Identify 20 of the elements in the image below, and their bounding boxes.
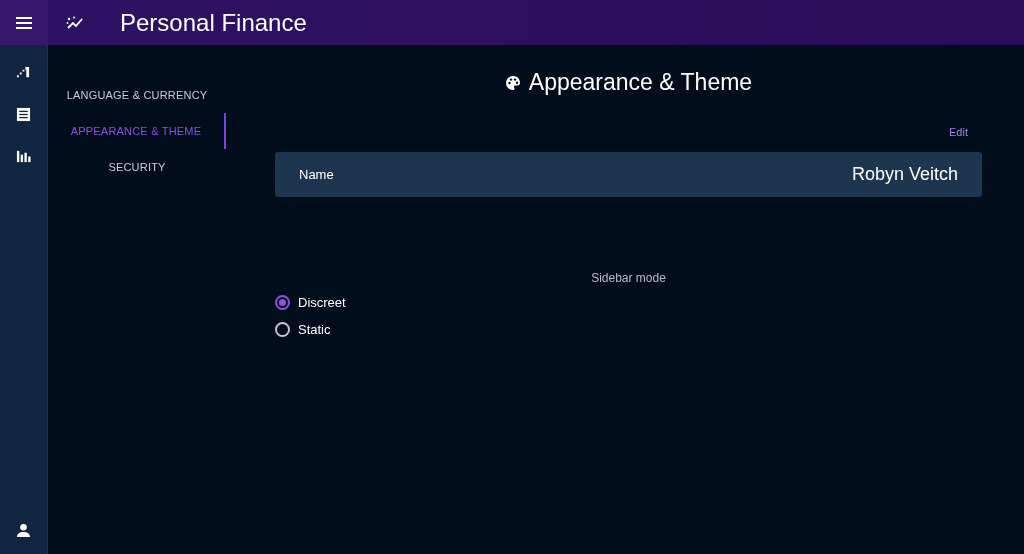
radio-label[interactable]: Discreet — [298, 295, 346, 310]
name-label: Name — [299, 167, 334, 182]
app-title: Personal Finance — [120, 8, 307, 37]
person-icon[interactable] — [16, 522, 31, 538]
sidebar-mode-label: Sidebar mode — [590, 271, 667, 285]
section-title: Appearance & Theme — [528, 69, 753, 96]
sparkle-chart-icon — [66, 15, 84, 30]
settings-tab[interactable]: SECURITY — [48, 149, 226, 185]
radio-button[interactable] — [275, 295, 290, 310]
settings-tab[interactable]: APPEARANCE & THEME — [48, 113, 226, 149]
palette-icon — [504, 74, 521, 91]
menu-icon[interactable] — [16, 16, 32, 29]
radio-button[interactable] — [275, 322, 290, 337]
chart-icon[interactable] — [16, 64, 31, 80]
radio-label[interactable]: Static — [298, 322, 331, 337]
document-icon[interactable] — [16, 106, 31, 122]
name-value: Robyn Veitch — [851, 164, 958, 185]
edit-link[interactable]: Edit — [949, 126, 968, 138]
bar-chart-icon[interactable] — [16, 148, 31, 164]
settings-tab[interactable]: LANGUAGE & CURRENCY — [48, 77, 226, 113]
